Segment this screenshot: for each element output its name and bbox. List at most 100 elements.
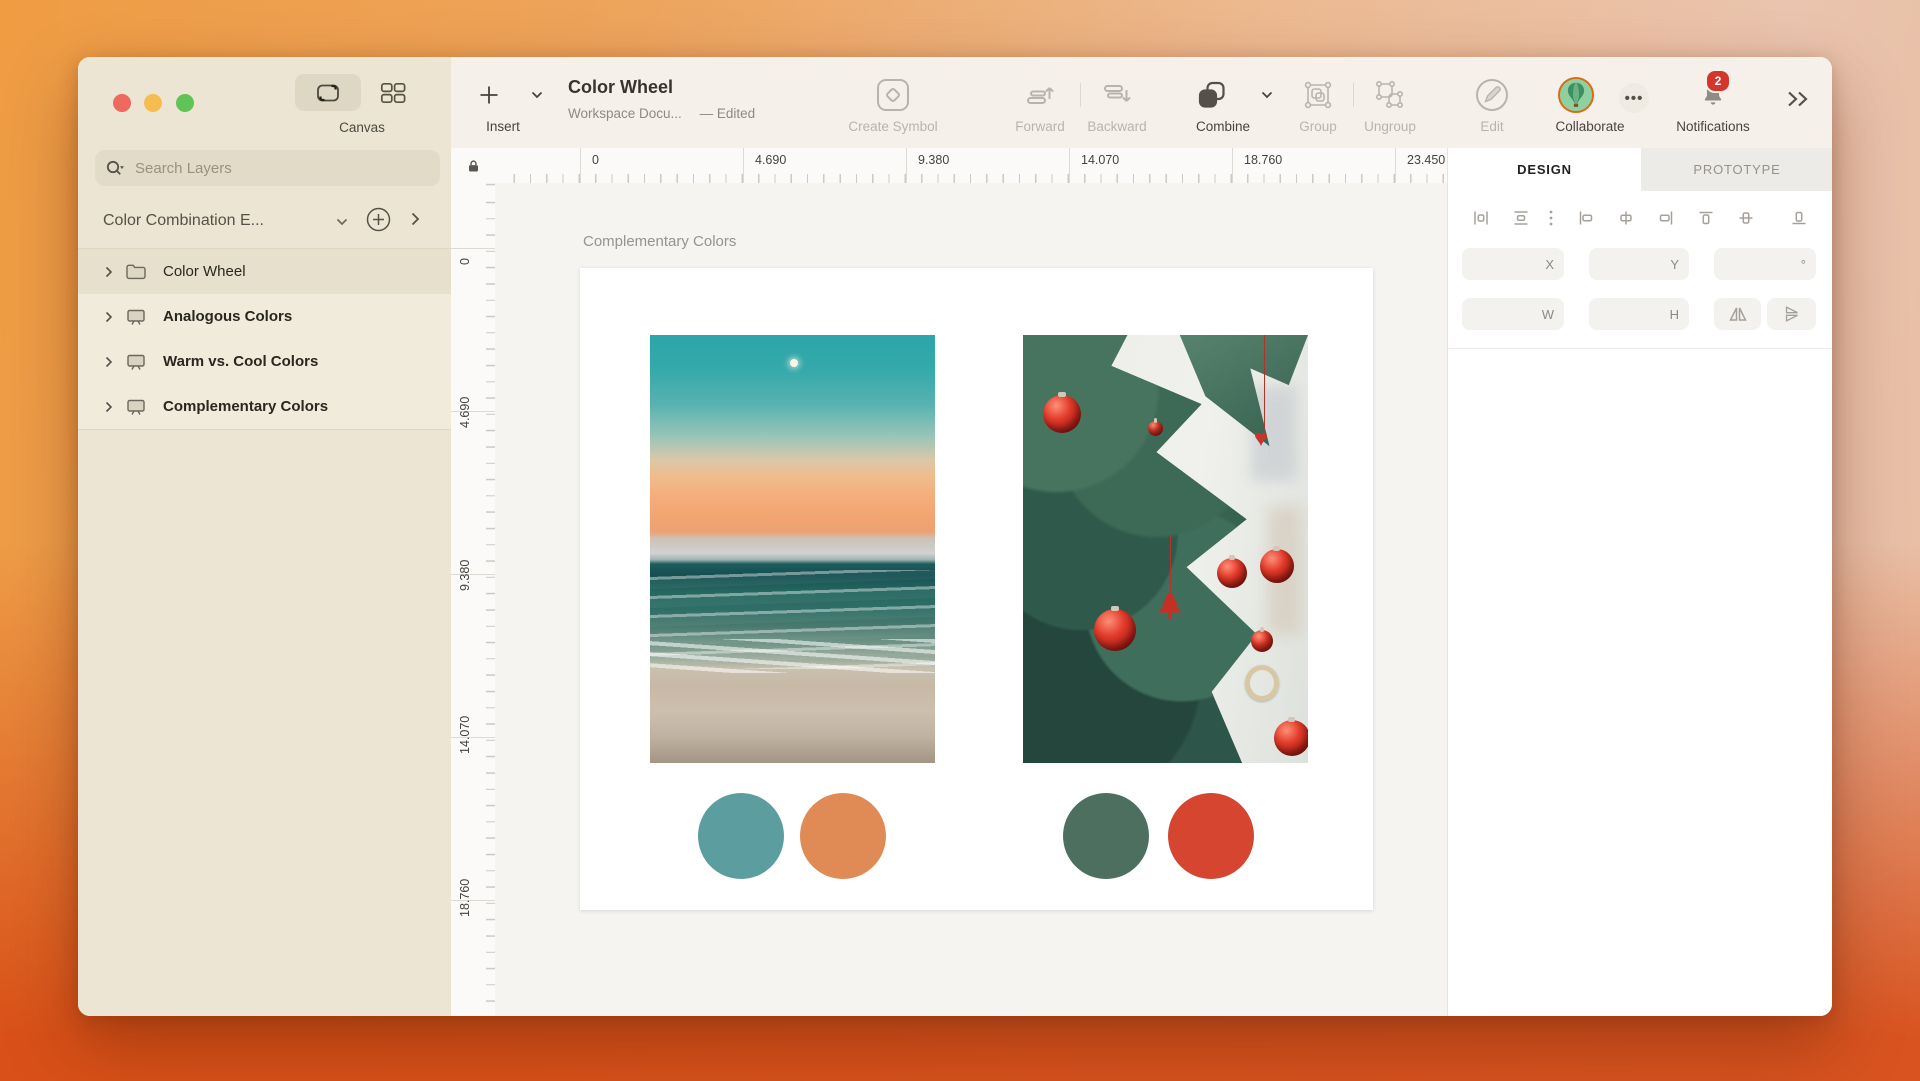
document-title: Color Wheel (568, 77, 673, 98)
sidebar-item-color-wheel[interactable]: Color Wheel (78, 248, 451, 295)
ruler-ticks (495, 174, 1447, 183)
group-icon (1298, 77, 1338, 113)
ungroup-icon (1370, 77, 1410, 113)
align-top-icon[interactable] (1693, 205, 1719, 231)
height-field-label: H (1670, 307, 1679, 322)
canvas-area[interactable]: Complementary Colors ♥ (495, 183, 1447, 1016)
align-left-icon[interactable] (1573, 205, 1599, 231)
ruler-lock-corner[interactable] (451, 148, 496, 184)
plus-icon (469, 77, 509, 113)
ruler-label: 4.690 (458, 278, 474, 428)
toolbar-divider (1080, 83, 1081, 107)
sidebar-item-analogous-colors[interactable]: Analogous Colors (78, 294, 451, 340)
inspector-divider (1448, 348, 1832, 349)
ruler-major-tick (743, 148, 744, 183)
add-page-button[interactable] (365, 206, 392, 233)
ruler-ticks (486, 183, 495, 1016)
chevron-right-icon[interactable] (105, 311, 115, 323)
close-window-button[interactable] (113, 94, 131, 112)
flip-horizontal-icon (1727, 305, 1749, 323)
chevron-down-icon (1247, 77, 1287, 113)
ruler-major-tick (580, 148, 581, 183)
ruler-major-tick (1232, 148, 1233, 183)
swatch-teal[interactable] (698, 793, 784, 879)
align-right-icon[interactable] (1653, 205, 1679, 231)
width-field[interactable]: W (1462, 298, 1564, 330)
x-position-field[interactable]: X (1462, 248, 1564, 280)
ruler-label: 14.070 (458, 604, 474, 754)
sea-foam (650, 639, 935, 673)
next-page-button[interactable] (411, 212, 420, 226)
align-center-horizontal-icon[interactable] (1613, 205, 1639, 231)
minimize-window-button[interactable] (144, 94, 162, 112)
tab-prototype[interactable]: PROTOTYPE (1641, 148, 1832, 191)
ruler-major-tick (906, 148, 907, 183)
artboard-icon (125, 308, 151, 326)
swatch-green[interactable] (1063, 793, 1149, 879)
toolbar-divider (1353, 83, 1354, 107)
chevron-down-icon (517, 77, 557, 113)
width-field-label: W (1542, 307, 1554, 322)
lock-icon (466, 158, 481, 174)
search-input[interactable] (133, 159, 417, 178)
layer-label: Complementary Colors (163, 398, 328, 415)
distribute-horizontally-icon[interactable] (1468, 205, 1494, 231)
artboard-title[interactable]: Complementary Colors (583, 233, 736, 250)
inspector-panel: DESIGN PROTOTYPE X (1447, 148, 1832, 1016)
collaborator-avatar[interactable] (1556, 77, 1596, 113)
edited-status: — Edited (700, 106, 756, 121)
chevron-right-icon[interactable] (105, 401, 115, 413)
sunset-beach-photo[interactable] (650, 335, 935, 763)
vertical-ruler[interactable]: 0 4.690 9.380 14.070 18.760 (451, 183, 496, 1016)
rotation-field[interactable]: ° (1714, 248, 1816, 280)
tab-design[interactable]: DESIGN (1448, 148, 1641, 191)
sidebar-item-complementary-colors[interactable]: Complementary Colors (78, 384, 451, 430)
ruler-label: 18.760 (1244, 153, 1282, 167)
rope-ring-ornament (1245, 665, 1279, 701)
move-backward-icon (1097, 77, 1137, 113)
horizontal-ruler[interactable]: 0 4.690 9.380 14.070 18.760 23.450 (495, 148, 1447, 184)
chevron-right-icon[interactable] (105, 356, 115, 368)
ruler-label: 0 (458, 183, 474, 265)
chevron-right-icon[interactable] (105, 266, 115, 278)
red-bauble (1043, 395, 1081, 433)
sidebar-item-warm-vs-cool-colors[interactable]: Warm vs. Cool Colors (78, 339, 451, 385)
more-collaborators-button[interactable]: ••• (1614, 80, 1654, 116)
canvas-toggle-label: Canvas (295, 120, 429, 135)
height-field[interactable]: H (1589, 298, 1689, 330)
swatch-orange[interactable] (800, 793, 886, 879)
zoom-window-button[interactable] (176, 94, 194, 112)
more-align-options-icon[interactable] (1538, 205, 1564, 231)
red-bauble (1217, 558, 1247, 588)
artboard-complementary-colors[interactable]: ♥ (580, 268, 1373, 910)
y-field-label: Y (1670, 257, 1679, 272)
flip-vertical-button[interactable] (1767, 298, 1816, 330)
swatch-red[interactable] (1168, 793, 1254, 879)
search-layers-field[interactable] (95, 150, 440, 186)
artboard-icon (125, 353, 151, 371)
x-field-label: X (1545, 257, 1554, 272)
red-bauble (1094, 609, 1136, 651)
red-heart-ornament: ♥ (1254, 429, 1276, 449)
christmas-tree-photo[interactable]: ♥ (1023, 335, 1308, 763)
y-position-field[interactable]: Y (1589, 248, 1689, 280)
page-selector-row[interactable]: Color Combination E... (78, 205, 451, 243)
edit-pencil-icon (1472, 77, 1512, 113)
ruler-label: 4.690 (755, 153, 786, 167)
search-icon (105, 159, 125, 177)
ruler-label: 9.380 (918, 153, 949, 167)
notification-badge: 2 (1705, 69, 1731, 93)
distribute-vertically-icon[interactable] (1508, 205, 1534, 231)
components-view-toggle[interactable] (374, 79, 412, 107)
ruler-label: 18.760 (458, 767, 474, 917)
ornament-string (1170, 536, 1172, 592)
ruler-label: 9.380 (458, 441, 474, 591)
layer-label: Analogous Colors (163, 308, 292, 325)
align-middle-vertical-icon[interactable] (1733, 205, 1759, 231)
flip-vertical-icon (1782, 304, 1802, 324)
align-bottom-icon[interactable] (1786, 205, 1812, 231)
chevron-down-icon[interactable] (336, 218, 348, 226)
folder-icon (125, 263, 151, 280)
canvas-view-toggle[interactable] (295, 74, 361, 111)
flip-horizontal-button[interactable] (1714, 298, 1761, 330)
